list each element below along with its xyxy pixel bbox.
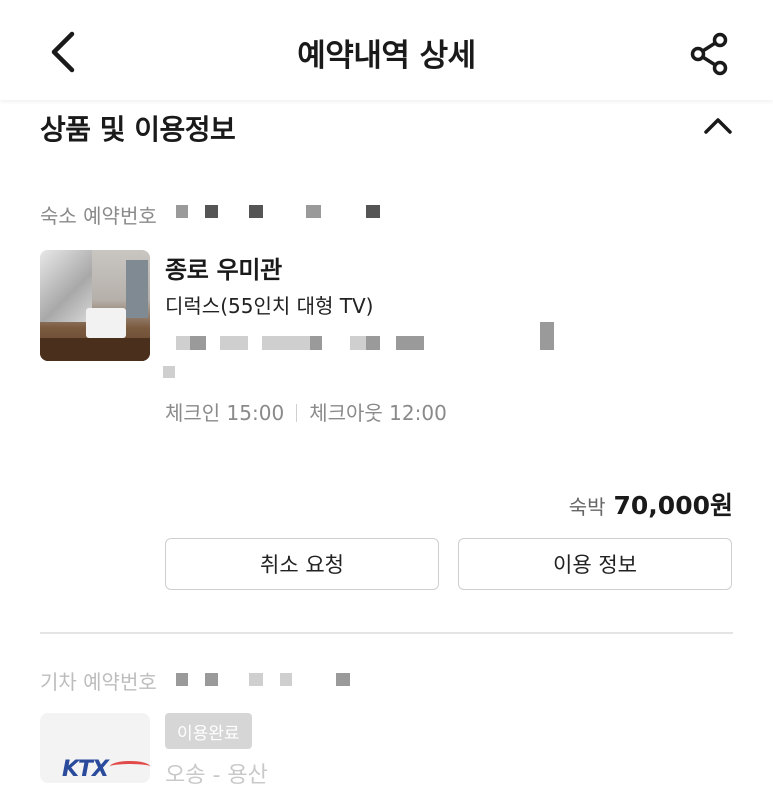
section-title: 상품 및 이용정보 — [40, 113, 236, 146]
check-in-out-times: 체크인 15:00 체크아웃 12:00 — [165, 397, 447, 426]
check-in-time: 체크인 15:00 — [165, 401, 285, 425]
train-route: 오송 - 용산 — [165, 763, 268, 788]
usage-info-button[interactable]: 이용 정보 — [458, 538, 732, 590]
lodging-reservation-label: 숙소 예약번호 — [40, 204, 157, 228]
lodging-price: 숙박 70,000원 — [569, 486, 733, 522]
price-amount: 70,000원 — [613, 491, 733, 520]
cancel-request-button[interactable]: 취소 요청 — [165, 538, 439, 590]
ktx-logo: KTX — [62, 757, 109, 782]
ktx-swoosh-icon — [110, 761, 150, 772]
check-out-time: 체크아웃 12:00 — [309, 401, 447, 425]
top-app-bar: 예약내역 상세 — [0, 0, 773, 100]
room-type: 디럭스(55인치 대형 TV) — [165, 294, 374, 318]
section-divider — [40, 632, 733, 634]
hotel-room-thumbnail[interactable] — [40, 250, 150, 361]
page-title: 예약내역 상세 — [297, 38, 476, 74]
status-badge: 이용완료 — [165, 713, 252, 749]
chevron-up-icon[interactable] — [700, 112, 736, 140]
hotel-name: 종로 우미관 — [165, 256, 282, 284]
price-label: 숙박 — [568, 495, 606, 519]
train-reservation-label: 기차 예약번호 — [40, 670, 157, 694]
share-icon[interactable] — [686, 30, 734, 78]
divider — [296, 404, 298, 422]
product-info-section-header[interactable]: 상품 및 이용정보 — [0, 100, 773, 156]
